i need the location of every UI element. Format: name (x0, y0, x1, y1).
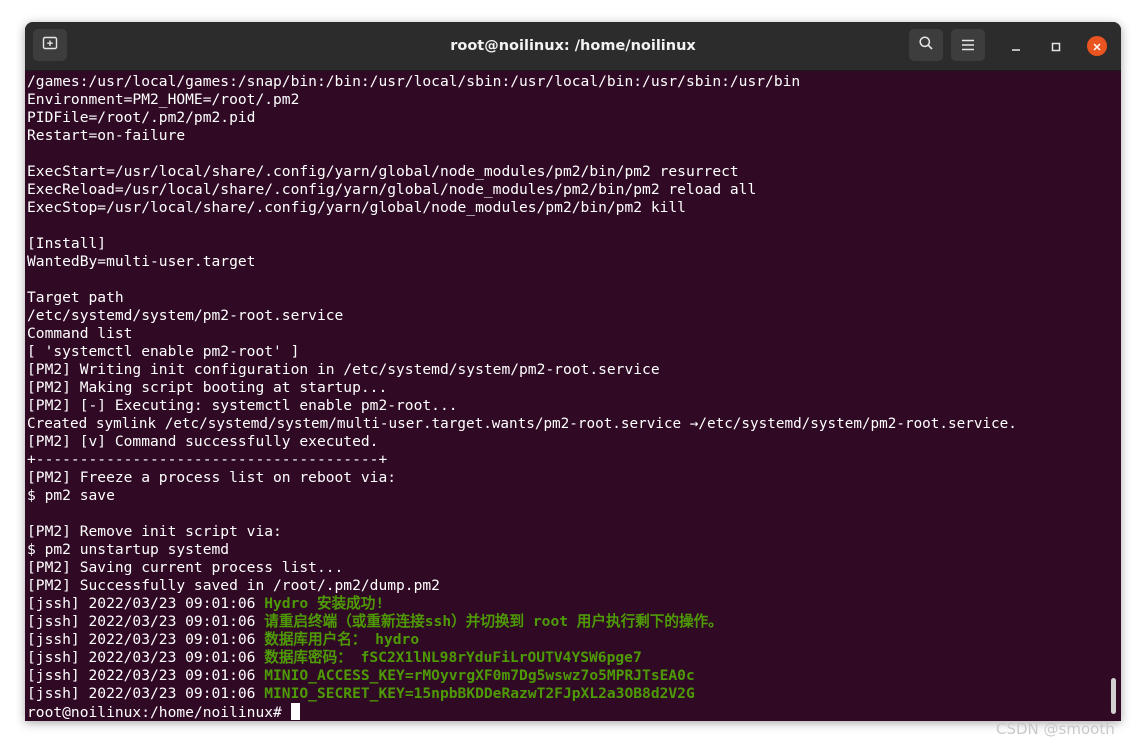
terminal-line: ExecStop=/usr/local/share/.config/yarn/g… (27, 199, 686, 216)
log-message: MINIO_ACCESS_KEY=rMOyvrgXF0m7Dg5wswz7o5M… (264, 667, 695, 684)
prompt-line[interactable]: root@noilinux:/home/noilinux# (27, 703, 1121, 721)
hamburger-menu-icon (961, 36, 975, 55)
terminal-line: [PM2] [-] Executing: systemctl enable pm… (27, 397, 458, 414)
terminal-line: Environment=PM2_HOME=/root/.pm2 (27, 91, 300, 108)
jssh-log-line: [jssh] 2022/03/23 09:01:06 数据库用户名： hydro (27, 631, 1121, 649)
terminal-line: /etc/systemd/system/pm2-root.service (27, 307, 344, 324)
jssh-log-line: [jssh] 2022/03/23 09:01:06 MINIO_ACCESS_… (27, 667, 1121, 685)
log-prefix: [jssh] 2022/03/23 09:01:06 (27, 631, 265, 648)
terminal-line: $ pm2 unstartup systemd (27, 541, 230, 558)
terminal-line: PIDFile=/root/.pm2/pm2.pid (27, 109, 256, 126)
terminal-line: [PM2] Making script booting at startup..… (27, 379, 388, 396)
terminal-line: $ pm2 save (27, 487, 115, 504)
terminal-window: root@noilinux: /home/noilinux /games:/us… (25, 22, 1121, 721)
jssh-log-line: [jssh] 2022/03/23 09:01:06 Hydro 安装成功! (27, 595, 1121, 613)
log-message: Hydro 安装成功! (264, 595, 385, 612)
shell-prompt: root@noilinux:/home/noilinux# (27, 704, 291, 721)
scrollbar-thumb[interactable] (1111, 678, 1116, 714)
jssh-log-line: [jssh] 2022/03/23 09:01:06 数据库密码： fSC2X1… (27, 649, 1121, 667)
search-button[interactable] (909, 29, 943, 61)
log-prefix: [jssh] 2022/03/23 09:01:06 (27, 613, 265, 630)
menu-button[interactable] (951, 29, 985, 61)
terminal-line: [PM2] Remove init script via: (27, 523, 282, 540)
log-prefix: [jssh] 2022/03/23 09:01:06 (27, 595, 265, 612)
terminal-line: Target path (27, 289, 124, 306)
terminal-line: [PM2] Freeze a process list on reboot vi… (27, 469, 397, 486)
terminal-line: Command list (27, 325, 133, 342)
log-message: 数据库用户名： hydro (264, 631, 420, 648)
terminal-line: [PM2] [v] Command successfully executed. (27, 433, 379, 450)
terminal-line: ExecStart=/usr/local/share/.config/yarn/… (27, 163, 739, 180)
terminal-line: Restart=on-failure (27, 127, 186, 144)
log-prefix: [jssh] 2022/03/23 09:01:06 (27, 649, 265, 666)
close-icon (1092, 37, 1102, 56)
search-icon (918, 35, 934, 55)
new-tab-button[interactable] (33, 29, 67, 61)
terminal-line: [ 'systemctl enable pm2-root' ] (27, 343, 300, 360)
minimize-button[interactable] (1006, 36, 1026, 56)
maximize-button[interactable] (1046, 36, 1066, 56)
terminal-line: [Install] (27, 235, 107, 252)
log-prefix: [jssh] 2022/03/23 09:01:06 (27, 685, 265, 702)
maximize-icon (1051, 37, 1061, 56)
watermark: CSDN @smooth (996, 720, 1115, 738)
terminal-line: [PM2] Writing init configuration in /etc… (27, 361, 660, 378)
title-bar[interactable]: root@noilinux: /home/noilinux (25, 22, 1121, 71)
terminal-line: +---------------------------------------… (27, 451, 388, 468)
minimize-icon (1011, 37, 1021, 56)
close-button[interactable] (1087, 36, 1107, 56)
new-tab-icon (42, 35, 58, 55)
terminal-line: ExecReload=/usr/local/share/.config/yarn… (27, 181, 757, 198)
log-prefix: [jssh] 2022/03/23 09:01:06 (27, 667, 265, 684)
terminal-line: Created symlink /etc/systemd/system/mult… (27, 416, 1017, 432)
terminal-output[interactable]: /games:/usr/local/games:/snap/bin:/bin:/… (25, 71, 1121, 721)
terminal-line: WantedBy=multi-user.target (27, 253, 256, 270)
terminal-line: [PM2] Saving current process list... (27, 559, 344, 576)
jssh-log-line: [jssh] 2022/03/23 09:01:06 MINIO_SECRET_… (27, 685, 1121, 703)
text-cursor (290, 703, 300, 720)
log-message: 请重启终端（或重新连接ssh）并切换到 root 用户执行剩下的操作。 (264, 613, 723, 630)
log-message: MINIO_SECRET_KEY=15npbBKDDeRazwT2FJpXL2a… (264, 685, 695, 702)
jssh-log-line: [jssh] 2022/03/23 09:01:06 请重启终端（或重新连接ss… (27, 613, 1121, 631)
log-message: 数据库密码： fSC2X1lNL98rYduFiLrOUTV4YSW6pge7 (264, 649, 642, 666)
terminal-line: [PM2] Successfully saved in /root/.pm2/d… (27, 577, 440, 594)
terminal-line: /games:/usr/local/games:/snap/bin:/bin:/… (27, 73, 801, 90)
